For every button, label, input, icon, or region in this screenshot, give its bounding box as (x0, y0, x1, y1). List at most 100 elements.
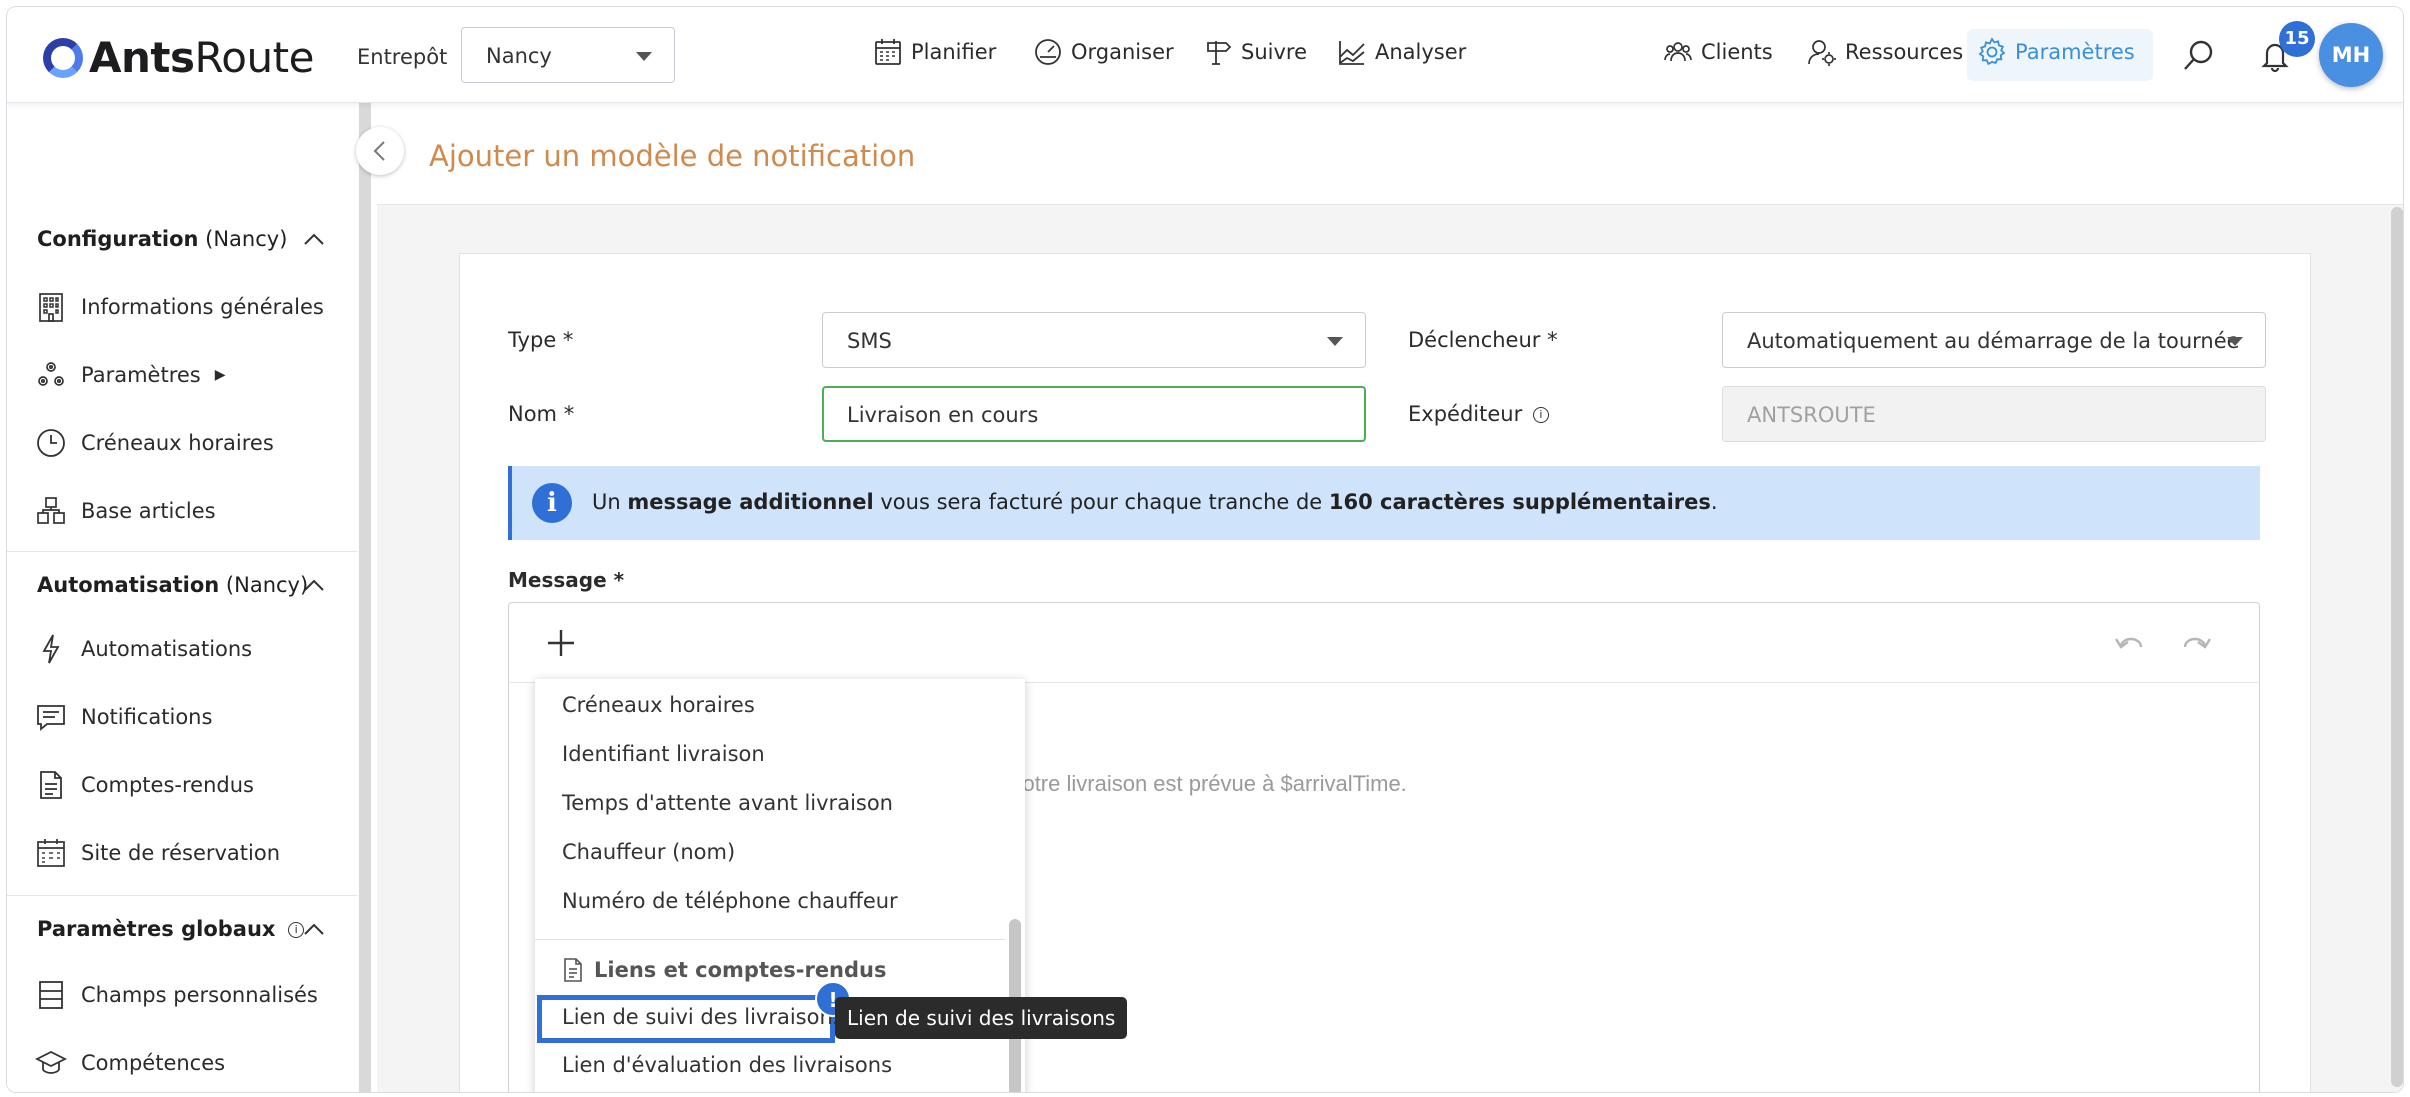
chevron-up-icon[interactable] (303, 229, 325, 251)
nav-suivre[interactable]: Suivre (1203, 37, 1307, 67)
sidebar-item-notifications[interactable]: Notifications (35, 701, 212, 733)
dropdown-item-identifiant[interactable]: Identifiant livraison (562, 742, 765, 766)
nav-organiser[interactable]: Organiser (1033, 37, 1174, 67)
chevron-down-icon (2227, 337, 2243, 346)
dropdown-item-chauffeur-nom[interactable]: Chauffeur (nom) (562, 840, 735, 864)
nav-analyser-label: Analyser (1375, 40, 1467, 64)
nav-suivre-label: Suivre (1241, 40, 1307, 64)
calendar-icon (875, 39, 901, 65)
chevron-down-icon (1327, 337, 1343, 346)
sidebar-section-parametres-globaux[interactable]: Paramètres globaux i (37, 917, 305, 941)
dropdown-group-liens: Liens et comptes-rendus (562, 957, 887, 983)
entrepot-select[interactable]: Nancy (461, 27, 675, 83)
sidebar-item-site-reservation[interactable]: Site de réservation (35, 837, 280, 869)
sidebar-item-creneaux-horaires[interactable]: Créneaux horaires (35, 427, 274, 459)
notification-count-badge: 15 (2279, 21, 2315, 57)
nom-value: Livraison en cours (847, 403, 1039, 427)
sidebar-item-label: Comptes-rendus (81, 773, 254, 797)
clock-icon (37, 429, 65, 457)
dropdown-item-temps-attente[interactable]: Temps d'attente avant livraison (562, 791, 893, 815)
sidebar-item-label: Automatisations (81, 637, 253, 661)
gauge-icon (1035, 39, 1061, 65)
document-icon (564, 958, 582, 982)
dropdown-group-title: Liens et comptes-rendus (594, 958, 887, 982)
type-label: Type * (508, 328, 574, 352)
billing-info-banner: i Un message additionnel vous sera factu… (508, 466, 2260, 540)
nav-parametres-inner[interactable]: Paramètres (1977, 37, 2135, 67)
sidebar-item-label: Créneaux horaires (81, 431, 274, 455)
expediteur-input: ANTSROUTE (1722, 386, 2266, 442)
undo-icon[interactable] (2113, 629, 2145, 657)
nom-input[interactable]: Livraison en cours (822, 386, 1366, 442)
sidebar: Configuration (Nancy) Informations génér… (7, 103, 357, 1092)
sidebar-section-configuration[interactable]: Configuration (Nancy) (37, 227, 287, 251)
info-circle-icon: i (288, 922, 305, 938)
sidebar-item-label: Informations générales (81, 295, 324, 319)
page-title: Ajouter un modèle de notification (429, 139, 916, 173)
signpost-icon (1207, 41, 1232, 65)
form-fields-icon (39, 981, 63, 1009)
nav-clients-label: Clients (1701, 40, 1773, 64)
sidebar-section-automatisation[interactable]: Automatisation (Nancy) (37, 573, 308, 597)
building-icon (39, 293, 63, 322)
caret-right-icon: ▶ (214, 367, 226, 383)
sidebar-item-competences[interactable]: Compétences (35, 1047, 225, 1079)
lightning-icon (42, 634, 60, 664)
search-icon[interactable] (2181, 37, 2217, 73)
sidebar-item-informations-generales[interactable]: Informations générales (35, 291, 324, 323)
dropdown-item-lien-evaluation[interactable]: Lien d'évaluation des livraisons (562, 1053, 892, 1077)
collapse-sidebar-button[interactable] (356, 127, 404, 175)
sidebar-divider (7, 895, 357, 896)
dropdown-item-lien-suivi[interactable]: Lien de suivi des livraisons (562, 1005, 844, 1029)
gear-icon (1978, 37, 2006, 66)
graduation-cap-icon (35, 1050, 67, 1074)
entrepot-label: Entrepôt (357, 45, 448, 69)
chevron-up-icon[interactable] (303, 575, 325, 597)
sidebar-item-automatisations[interactable]: Automatisations (35, 633, 252, 665)
gears-icon (38, 362, 64, 386)
sidebar-item-label: Site de réservation (81, 841, 281, 865)
sidebar-item-comptes-rendus[interactable]: Comptes-rendus (35, 769, 254, 801)
nav-organiser-label: Organiser (1071, 40, 1174, 64)
dropdown-item-telephone-chauffeur[interactable]: Numéro de téléphone chauffeur (562, 889, 898, 913)
nav-ressources[interactable]: Ressources (1807, 37, 1963, 67)
info-icon: i (532, 483, 572, 523)
logo-text: AntsRoute (89, 33, 314, 82)
expediteur-value: ANTSROUTE (1747, 403, 1876, 427)
message-icon (37, 705, 65, 731)
sidebar-item-champs-personnalises[interactable]: Champs personnalisés (35, 979, 318, 1011)
sidebar-item-label: Champs personnalisés (81, 983, 318, 1007)
tooltip: Lien de suivi des livraisons (835, 997, 1128, 1039)
chevron-left-icon (373, 141, 385, 161)
nav-planifier-label: Planifier (911, 40, 997, 64)
app-window: AntsRoute Entrepôt Nancy Planifier Organ… (6, 6, 2404, 1093)
sidebar-item-base-articles[interactable]: Base articles (35, 495, 216, 527)
users-icon (1664, 42, 1692, 62)
redo-icon[interactable] (2181, 629, 2213, 657)
nav-parametres[interactable]: Paramètres (1967, 29, 2153, 81)
nav-parametres-label: Paramètres (2015, 40, 2135, 64)
main-scrollbar[interactable] (2391, 207, 2403, 1087)
nav-planifier[interactable]: Planifier (873, 37, 996, 67)
declencheur-select[interactable]: Automatiquement au démarrage de la tourn… (1722, 312, 2266, 368)
nav-ressources-label: Ressources (1845, 40, 1964, 64)
avatar[interactable]: MH (2319, 23, 2383, 87)
sidebar-item-label: Notifications (81, 705, 213, 729)
plus-icon[interactable] (545, 627, 577, 659)
sidebar-scrollbar[interactable] (359, 103, 371, 1092)
nav-analyser[interactable]: Analyser (1337, 37, 1466, 67)
sidebar-divider (7, 551, 357, 552)
document-icon (40, 771, 62, 799)
message-label: Message * (508, 568, 625, 592)
info-circle-icon: i (1532, 407, 1549, 423)
expediteur-label: Expéditeur i (1408, 402, 1549, 426)
chevron-up-icon[interactable] (303, 919, 325, 941)
dropdown-divider (535, 939, 1005, 940)
type-select[interactable]: SMS (822, 312, 1366, 368)
declencheur-label: Déclencheur * (1408, 328, 1558, 352)
antsroute-logo[interactable]: AntsRoute (43, 33, 314, 82)
dropdown-item-creneaux[interactable]: Créneaux horaires (562, 693, 755, 717)
sidebar-item-parametres[interactable]: Paramètres ▶ (35, 359, 226, 391)
boxes-icon (37, 497, 65, 524)
nav-clients[interactable]: Clients (1663, 37, 1773, 67)
